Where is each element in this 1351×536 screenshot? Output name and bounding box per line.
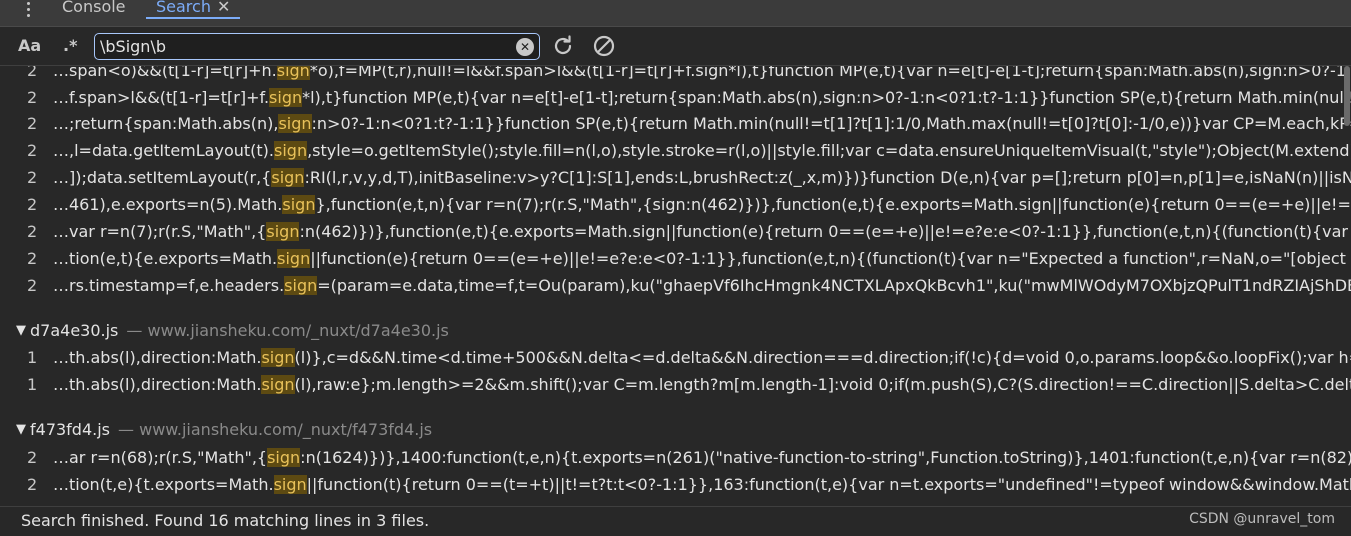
file-path: — www.jiansheku.com/_nuxt/d7a4e30.js — [126, 321, 449, 340]
result-row[interactable]: 2 …rs.timestamp=f,e.headers.sign=(param=e… — [0, 273, 1351, 299]
scrollbar-thumb[interactable] — [1344, 66, 1350, 126]
line-number: 2 — [27, 448, 38, 467]
results-scrollbar[interactable] — [1343, 66, 1351, 506]
match-highlight: sign — [261, 375, 295, 394]
match-highlight: sign — [274, 141, 308, 160]
line-number: 2 — [27, 222, 38, 241]
line-number: 2 — [27, 249, 38, 268]
line-number: 1 — [27, 375, 38, 394]
line-number: 1 — [27, 348, 38, 367]
result-row[interactable]: 1 …th.abs(l),direction:Math.sign(l),raw:e… — [0, 372, 1351, 398]
result-row[interactable]: 2 …461),e.exports=n(5).Math.sign},functio… — [0, 192, 1351, 218]
search-results: 2 …span<o)&&(t[1-r]=t[r]+h.sign*o),f=MP(t… — [0, 66, 1351, 506]
match-highlight: sign — [267, 448, 301, 467]
match-case-toggle[interactable]: Aa — [18, 36, 41, 55]
active-tab-indicator — [146, 17, 241, 19]
kebab-menu-icon[interactable] — [20, 0, 36, 18]
panel-tab-bar: Console Search ✕ — [0, 0, 1351, 27]
result-snippet: …th.abs(l),direction:Math.sign(l)},c=d&&… — [53, 348, 1351, 367]
match-highlight: sign — [284, 276, 318, 295]
match-highlight: sign — [269, 88, 303, 107]
line-number: 2 — [27, 88, 38, 107]
line-number: 2 — [27, 141, 38, 160]
triangle-down-icon[interactable]: ▼ — [16, 318, 26, 344]
status-text: Search finished. Found 16 matching lines… — [21, 511, 430, 530]
result-snippet: …f.span>l&&(t[1-r]=t[r]+f.sign*l),t}func… — [53, 88, 1351, 107]
close-icon[interactable]: ✕ — [217, 0, 230, 16]
result-snippet: …461),e.exports=n(5).Math.sign},function… — [53, 195, 1351, 214]
line-number: 2 — [27, 114, 38, 133]
match-highlight: sign — [277, 249, 311, 268]
result-snippet: …;return{span:Math.abs(n),sign:n>0?-1:n<… — [53, 114, 1351, 133]
file-path: — www.jiansheku.com/_nuxt/f473fd4.js — [118, 420, 433, 439]
result-row[interactable]: 2 …]);data.setItemLayout(r,{sign:RI(l,r,v… — [0, 165, 1351, 191]
search-box: ✕ — [94, 33, 540, 60]
tab-search[interactable]: Search ✕ — [146, 0, 241, 23]
result-row[interactable]: 2 …f.span>l&&(t[1-r]=t[r]+f.sign*l),t}fun… — [0, 85, 1351, 111]
result-row[interactable]: 2 …tion(e,t){e.exports=Math.sign||functio… — [0, 246, 1351, 272]
triangle-down-icon[interactable]: ▼ — [16, 417, 26, 443]
result-row[interactable]: 2 …,l=data.getItemLayout(t).sign,style=o.… — [0, 138, 1351, 164]
regex-toggle[interactable]: .* — [63, 36, 77, 55]
match-highlight: sign — [261, 348, 295, 367]
tab-console[interactable]: Console — [62, 0, 126, 23]
match-highlight: sign — [273, 475, 307, 494]
status-bar: Search finished. Found 16 matching lines… — [0, 506, 1351, 536]
cancel-icon[interactable] — [591, 33, 617, 59]
result-row[interactable]: 2 …tion(t,e){t.exports=Math.sign||functio… — [0, 472, 1351, 498]
line-number: 2 — [27, 66, 38, 80]
line-number: 2 — [27, 195, 38, 214]
refresh-icon[interactable] — [550, 33, 576, 59]
result-snippet: …]);data.setItemLayout(r,{sign:RI(l,r,v,… — [53, 168, 1351, 187]
match-highlight: sign — [282, 195, 316, 214]
search-input[interactable] — [100, 36, 500, 57]
match-highlight: sign — [271, 168, 305, 187]
result-snippet: …tion(e,t){e.exports=Math.sign||function… — [53, 249, 1351, 268]
result-row[interactable]: 2 …var r=n(7);r(r.S,"Math",{sign:n(462)})… — [0, 219, 1351, 245]
result-row[interactable]: 1 …th.abs(l),direction:Math.sign(l)},c=d&… — [0, 345, 1351, 371]
match-highlight: sign — [276, 66, 310, 80]
search-toolbar: Aa .* ✕ — [0, 27, 1351, 66]
result-row[interactable]: 2 …ar r=n(68);r(r.S,"Math",{sign:n(1624)}… — [0, 445, 1351, 471]
tab-search-label: Search — [156, 0, 211, 16]
result-snippet: …tion(t,e){t.exports=Math.sign||function… — [53, 475, 1351, 494]
file-name: f473fd4.js — [30, 420, 111, 439]
clear-icon[interactable]: ✕ — [516, 38, 534, 56]
result-snippet: …rs.timestamp=f,e.headers.sign=(param=e.… — [53, 276, 1351, 295]
match-highlight: sign — [266, 222, 300, 241]
match-highlight: sign — [278, 114, 312, 133]
result-snippet: …var r=n(7);r(r.S,"Math",{sign:n(462)})}… — [53, 222, 1351, 241]
result-snippet: …ar r=n(68);r(r.S,"Math",{sign:n(1624)})… — [53, 448, 1351, 467]
result-snippet: …,l=data.getItemLayout(t).sign,style=o.g… — [53, 141, 1351, 160]
result-row[interactable]: 2 …;return{span:Math.abs(n),sign:n>0?-1:n… — [0, 111, 1351, 137]
line-number: 2 — [27, 475, 38, 494]
file-name: d7a4e30.js — [30, 321, 119, 340]
line-number: 2 — [27, 276, 38, 295]
result-snippet: …span<o)&&(t[1-r]=t[r]+h.sign*o),f=MP(t,… — [53, 66, 1351, 80]
line-number: 2 — [27, 168, 38, 187]
watermark: CSDN @unravel_tom — [1189, 511, 1335, 527]
result-snippet: …th.abs(l),direction:Math.sign(l),raw:e}… — [53, 375, 1351, 394]
